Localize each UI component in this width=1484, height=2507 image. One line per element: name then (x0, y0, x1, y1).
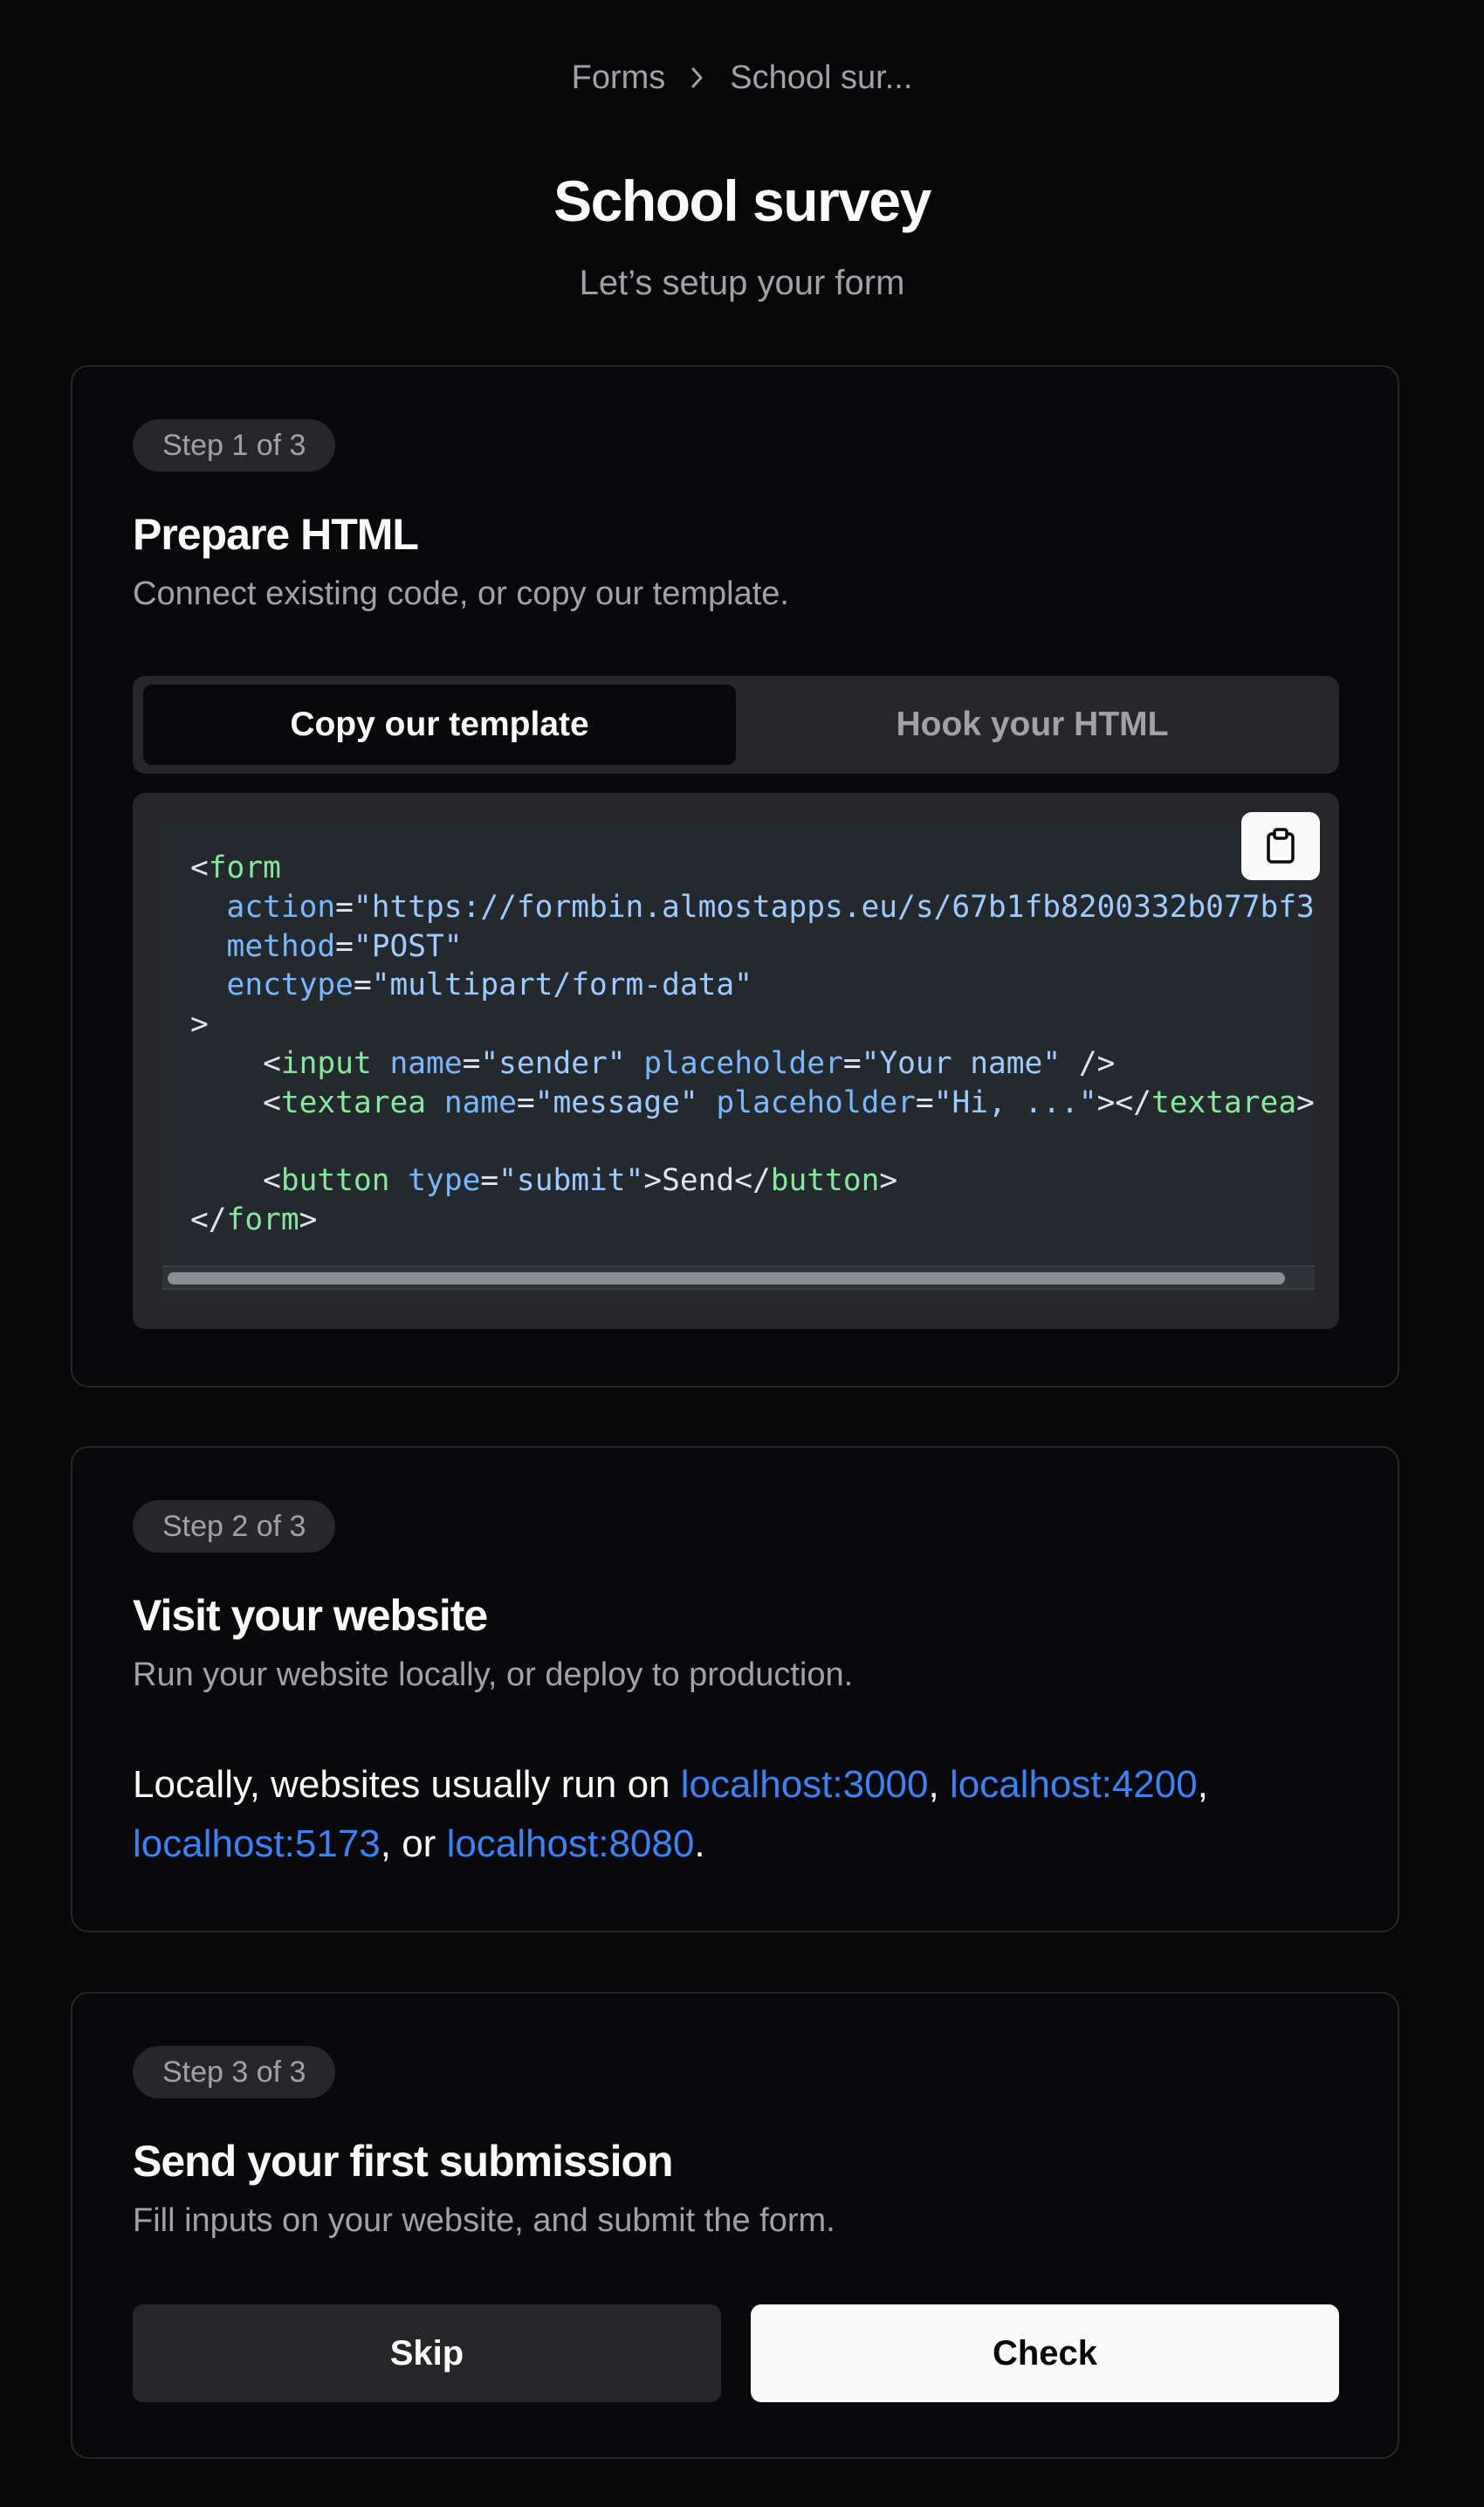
code-token: name (389, 1045, 463, 1081)
template-tabs: Copy our template Hook your HTML (133, 676, 1339, 774)
code-token: "submit" (498, 1163, 644, 1199)
localhost-5173-link[interactable]: localhost:5173 (133, 1822, 381, 1865)
clipboard-icon (1267, 828, 1295, 864)
step-title: Send your first submission (133, 2137, 674, 2186)
step-description: Connect existing code, or copy our templ… (133, 575, 789, 612)
check-button[interactable]: Check (751, 2304, 1339, 2402)
code-token: button (770, 1163, 880, 1199)
code-token: method (226, 928, 336, 964)
code-token: "POST" (353, 928, 463, 964)
copy-code-button[interactable] (1241, 812, 1320, 880)
localhost-8080-link[interactable]: localhost:8080 (447, 1822, 695, 1865)
step-title: Visit your website (133, 1591, 488, 1640)
step-badge: Step 1 of 3 (133, 419, 336, 472)
step-1-card: Step 1 of 3 Prepare HTML Connect existin… (71, 365, 1399, 1388)
suffix: . (694, 1822, 705, 1865)
localhost-paragraph: Locally, websites usually run on localho… (133, 1755, 1355, 1874)
page: Forms School sur... School survey Let’s … (0, 0, 1484, 2507)
paragraph-text: Locally, websites usually run on (133, 1763, 681, 1806)
code-token: form (208, 851, 281, 885)
breadcrumb-forms-link[interactable]: Forms (572, 54, 666, 101)
step-badge: Step 2 of 3 (133, 1500, 336, 1553)
code-token: placeholder (716, 1085, 916, 1120)
step-badge: Step 3 of 3 (133, 2046, 336, 2098)
step-description: Run your website locally, or deploy to p… (133, 1656, 854, 1693)
code-token: input (280, 1045, 372, 1081)
code-token: form (226, 1202, 299, 1238)
step-2-card: Step 2 of 3 Visit your website Run your … (71, 1446, 1399, 1932)
localhost-4200-link[interactable]: localhost:4200 (950, 1763, 1198, 1806)
step-title: Prepare HTML (133, 510, 419, 559)
breadcrumb: Forms School sur... (0, 54, 1484, 101)
code-token: enctype (226, 968, 354, 1003)
page-subtitle: Let’s setup your form (579, 264, 905, 302)
code-token: "sender" (480, 1045, 626, 1081)
page-title: School survey (553, 169, 931, 233)
code-token: Send (662, 1163, 735, 1199)
skip-button[interactable]: Skip (133, 2304, 721, 2402)
or-text: , or (380, 1822, 447, 1865)
code-snippet: <form action="https://formbin.almostapps… (190, 849, 1315, 1240)
code-token: "multipart/form-data" (371, 968, 752, 1003)
step-3-card: Step 3 of 3 Send your first submission F… (71, 1992, 1399, 2459)
separator: , (1197, 1763, 1208, 1806)
code-token: textarea (1151, 1085, 1297, 1120)
code-token: "Your name" (861, 1045, 1061, 1081)
code-token: textarea (280, 1085, 427, 1120)
code-token: button (280, 1163, 390, 1199)
tab-hook-html[interactable]: Hook your HTML (736, 685, 1329, 765)
code-token: "https://formbin.almostapps.eu/s/67b1fb8… (353, 889, 1315, 925)
breadcrumb-current: School sur... (730, 59, 913, 96)
code-token: action (226, 889, 336, 925)
localhost-3000-link[interactable]: localhost:3000 (681, 1763, 929, 1806)
code-token: "message" (534, 1085, 698, 1120)
code-panel: <form action="https://formbin.almostapps… (133, 793, 1339, 1329)
code-token: placeholder (643, 1045, 843, 1081)
step-description: Fill inputs on your website, and submit … (133, 2202, 835, 2239)
chevron-right-icon (690, 65, 705, 91)
code-token: "Hi, ..." (933, 1085, 1097, 1120)
horizontal-scrollbar[interactable] (162, 1265, 1315, 1290)
code-token: name (443, 1085, 517, 1120)
scrollbar-thumb[interactable] (168, 1272, 1285, 1284)
separator: , (928, 1763, 950, 1806)
code-token: type (408, 1163, 481, 1199)
tab-copy-template[interactable]: Copy our template (143, 685, 736, 765)
code-block[interactable]: <form action="https://formbin.almostapps… (162, 823, 1315, 1297)
